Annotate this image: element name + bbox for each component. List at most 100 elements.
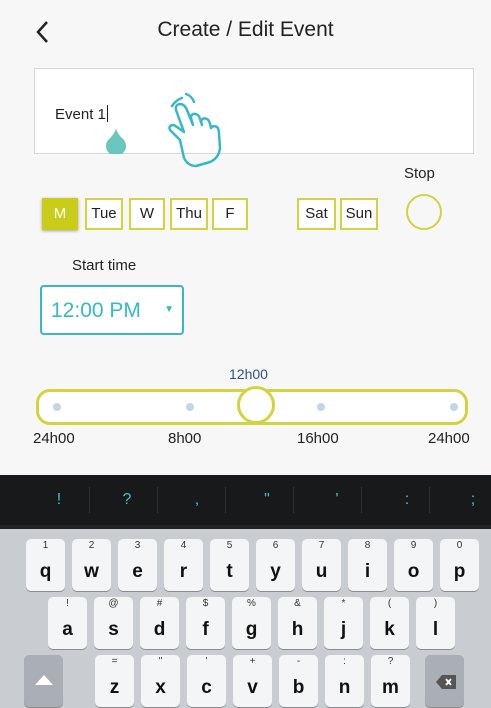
key-label: l — [432, 619, 439, 640]
shift-arrow-icon — [35, 675, 53, 685]
key-label: m — [382, 677, 399, 698]
key-j[interactable]: * j — [324, 597, 363, 649]
suggestion-key[interactable]: ' — [315, 475, 359, 525]
day-friday[interactable]: F — [212, 198, 248, 230]
key-label: y — [270, 561, 281, 582]
stop-label: Stop — [404, 165, 435, 182]
key-hint: + — [249, 656, 256, 667]
suggestion-key[interactable]: : — [385, 475, 429, 525]
text-cursor — [106, 105, 108, 122]
key-hint: = — [111, 656, 118, 667]
page-title: Create / Edit Event — [157, 18, 334, 41]
divider — [429, 487, 430, 513]
key-label: q — [39, 561, 52, 582]
event-name-value: Event 1 — [55, 106, 106, 123]
key-e[interactable]: 3e — [118, 539, 157, 591]
suggestion-bar: ! ? , " ' : ; — [0, 475, 491, 525]
key-label: z — [109, 677, 120, 698]
key-d[interactable]: # d — [140, 597, 179, 649]
key-hint: ( — [387, 598, 392, 609]
stop-toggle[interactable] — [406, 194, 442, 230]
key-r[interactable]: 4r — [164, 539, 203, 591]
key-m[interactable]: ? m — [371, 655, 410, 707]
key-hint: 4 — [180, 540, 187, 551]
key-label: b — [292, 677, 305, 698]
keyboard-keys: 1q2w3e4r5t6y7u8i9o0p ! a @ s # d $ f% g & h * j(k) l … — [0, 529, 491, 708]
key-label: w — [84, 561, 99, 582]
key-label: e — [132, 561, 143, 582]
shift-key[interactable] — [24, 655, 63, 707]
suggestion-key[interactable]: " — [245, 475, 289, 525]
key-q[interactable]: 1q — [26, 539, 65, 591]
start-time-select[interactable]: 12:00 PM ▼ — [40, 285, 184, 335]
divider — [293, 487, 294, 513]
key-z[interactable]: = z — [95, 655, 134, 707]
key-hint: 2 — [88, 540, 95, 551]
start-time-value: 12:00 PM — [51, 299, 141, 322]
key-o[interactable]: 9o — [394, 539, 433, 591]
key-n[interactable]: :n — [325, 655, 364, 707]
key-y[interactable]: 6y — [256, 539, 295, 591]
key-hint: " — [158, 656, 163, 667]
key-hint: - — [296, 656, 301, 667]
key-x[interactable]: " x — [141, 655, 180, 707]
key-label: u — [315, 561, 328, 582]
tap-hand-icon — [168, 92, 222, 168]
key-hint: 5 — [226, 540, 233, 551]
key-hint: : — [343, 656, 346, 667]
suggestion-key[interactable]: , — [175, 475, 219, 525]
divider — [89, 487, 90, 513]
key-b[interactable]: -b — [279, 655, 318, 707]
slider-tick — [53, 403, 61, 411]
key-hint: * — [341, 598, 346, 609]
key-hint: ' — [205, 656, 208, 667]
start-time-label: Start time — [72, 257, 137, 274]
key-w[interactable]: 2w — [72, 539, 111, 591]
key-s[interactable]: @ s — [94, 597, 133, 649]
day-sunday[interactable]: Sun — [340, 198, 378, 230]
day-thursday[interactable]: Thu — [170, 198, 208, 230]
key-f[interactable]: $ f — [186, 597, 225, 649]
backspace-icon — [436, 675, 456, 689]
text-selection-handle[interactable] — [104, 128, 128, 154]
key-hint: ) — [433, 598, 438, 609]
suggestion-key[interactable]: ; — [451, 475, 491, 525]
key-label: g — [245, 619, 258, 640]
day-saturday[interactable]: Sat — [297, 198, 336, 230]
key-g[interactable]: % g — [232, 597, 271, 649]
slider-current-label: 12h00 — [229, 366, 268, 382]
on-screen-keyboard: ! ? , " ' : ; 1q2w3e4r5t6y7u8i9o0p ! a @ s #… — [0, 475, 491, 708]
key-h[interactable]: & h — [278, 597, 317, 649]
key-u[interactable]: 7u — [302, 539, 341, 591]
key-label: o — [407, 561, 420, 582]
key-label: f — [202, 619, 209, 640]
backspace-key[interactable] — [425, 655, 464, 707]
key-label: p — [453, 561, 466, 582]
key-t[interactable]: 5t — [210, 539, 249, 591]
key-label: s — [108, 619, 119, 640]
key-p[interactable]: 0p — [440, 539, 479, 591]
key-label: a — [62, 619, 73, 640]
key-v[interactable]: + v — [233, 655, 272, 707]
suggestion-key[interactable]: ! — [37, 475, 81, 525]
key-k[interactable]: (k — [370, 597, 409, 649]
key-a[interactable]: ! a — [48, 597, 87, 649]
key-hint: 3 — [134, 540, 141, 551]
event-name-field[interactable]: Event 1 — [34, 68, 474, 154]
key-c[interactable]: ' c — [187, 655, 226, 707]
suggestion-key[interactable]: ? — [105, 475, 149, 525]
key-i[interactable]: 8i — [348, 539, 387, 591]
divider — [225, 487, 226, 513]
time-slider-thumb[interactable] — [237, 386, 275, 424]
key-hint: 0 — [456, 540, 463, 551]
day-wednesday[interactable]: W — [129, 198, 165, 230]
scale-label: 8h00 — [168, 430, 202, 447]
day-monday[interactable]: M — [42, 198, 78, 230]
day-tuesday[interactable]: Tue — [85, 198, 123, 230]
key-label: v — [247, 677, 258, 698]
scale-label: 16h00 — [297, 430, 339, 447]
key-hint: % — [247, 598, 256, 609]
key-l[interactable]: ) l — [416, 597, 455, 649]
key-hint: 9 — [410, 540, 417, 551]
time-slider-track[interactable] — [36, 386, 468, 425]
